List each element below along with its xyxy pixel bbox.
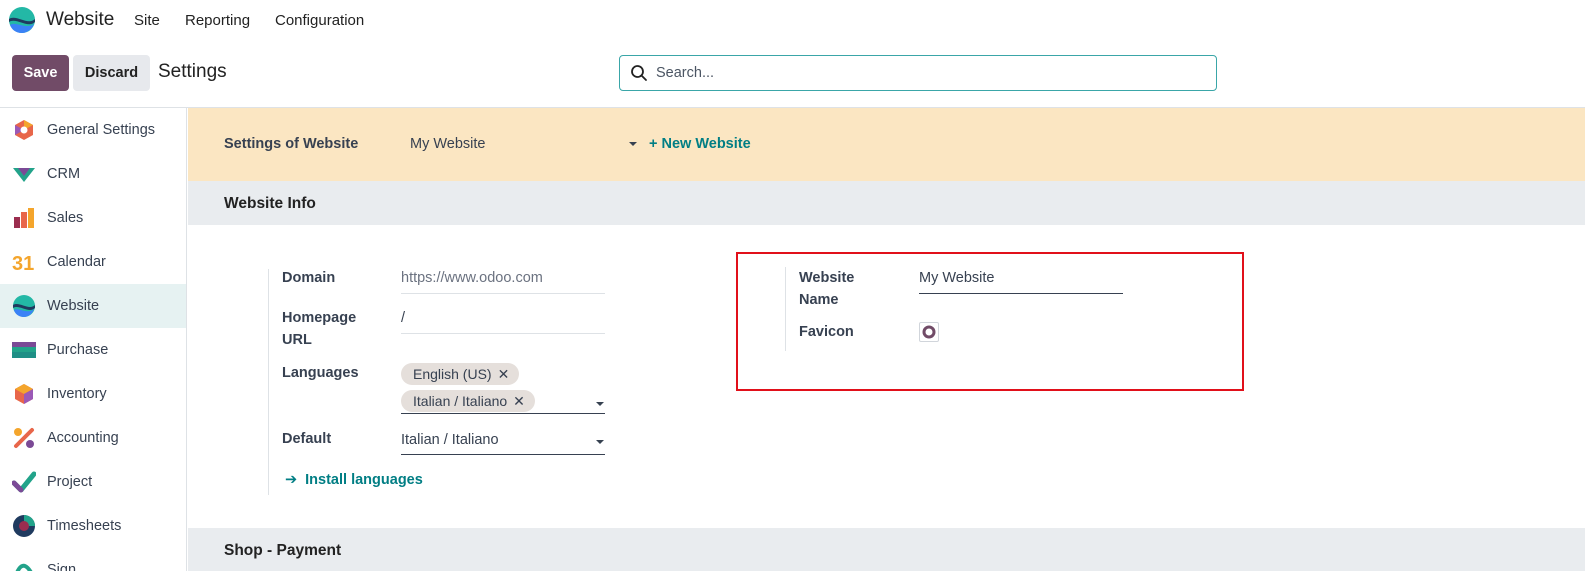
project-icon <box>12 471 36 493</box>
sign-icon <box>15 563 33 571</box>
languages-label: Languages <box>282 365 359 381</box>
new-website-link[interactable]: + New Website <box>649 136 751 152</box>
page-title: Settings <box>158 61 227 82</box>
default-language-underline <box>401 454 605 455</box>
default-language-label: Default <box>282 431 332 447</box>
chevron-down-icon[interactable] <box>596 440 604 444</box>
sidebar-item-label: Purchase <box>47 342 109 358</box>
website-name-underline <box>919 293 1123 294</box>
settings-of-website-label: Settings of Website <box>224 136 359 152</box>
menu-site[interactable]: Site <box>134 12 160 29</box>
search-icon <box>631 65 647 81</box>
website-app-icon[interactable] <box>8 6 36 34</box>
favicon-image[interactable] <box>919 322 939 342</box>
homepage-url-label: Homepage URL <box>282 310 357 348</box>
top-navbar: Website Site Reporting Configuration <box>0 0 1585 40</box>
search-box[interactable] <box>619 55 1217 91</box>
accounting-icon <box>14 428 34 448</box>
website-icon <box>13 295 35 317</box>
sidebar-item-crm[interactable]: CRM <box>0 152 186 196</box>
sidebar-item-calendar[interactable]: 31 Calendar <box>0 240 186 284</box>
language-tag-label: English (US) <box>413 366 492 382</box>
arrow-right-icon: ➔ <box>285 472 298 488</box>
menu-configuration[interactable]: Configuration <box>275 12 364 29</box>
domain-underline <box>401 293 605 294</box>
default-language-select[interactable]: Italian / Italiano <box>401 432 499 448</box>
domain-label: Domain <box>282 270 336 286</box>
sidebar-item-website[interactable]: Website <box>0 284 186 328</box>
sidebar-item-accounting[interactable]: Accounting <box>0 416 186 460</box>
section-title: Website Info <box>224 195 316 212</box>
purchase-icon <box>12 342 36 358</box>
website-name-label: Website Name <box>799 270 855 308</box>
sidebar-item-label: Sales <box>47 210 84 226</box>
settings-sidebar: General Settings CRM Sales 31 Calendar W… <box>0 108 187 571</box>
sidebar-item-label: Project <box>47 474 93 490</box>
sidebar-item-label: CRM <box>47 166 81 182</box>
chevron-down-icon[interactable] <box>596 402 604 406</box>
sidebar-item-inventory[interactable]: Inventory <box>0 372 186 416</box>
languages-underline <box>401 413 605 414</box>
menu-reporting[interactable]: Reporting <box>185 12 250 29</box>
sidebar-item-purchase[interactable]: Purchase <box>0 328 186 372</box>
language-tag: Italian / Italiano ✕ <box>401 390 535 412</box>
website-selector-bar: Settings of Website My Website + New Web… <box>188 108 1585 181</box>
section-header-shop-payment: Shop - Payment <box>188 528 1585 571</box>
general-settings-icon <box>15 120 33 140</box>
app-name[interactable]: Website <box>46 9 114 31</box>
sidebar-item-sales[interactable]: Sales <box>0 196 186 240</box>
homepage-url-underline <box>401 333 605 334</box>
close-icon[interactable]: ✕ <box>498 366 510 383</box>
homepage-url-input[interactable]: / <box>401 310 405 326</box>
sidebar-item-label: Inventory <box>47 386 107 402</box>
settings-main: Settings of Website My Website + New Web… <box>188 108 1585 571</box>
sidebar-item-project[interactable]: Project <box>0 460 186 504</box>
close-icon[interactable]: ✕ <box>513 393 525 410</box>
timesheets-icon <box>13 515 35 537</box>
language-tag-label: Italian / Italiano <box>413 393 508 409</box>
discard-button[interactable]: Discard <box>73 55 150 91</box>
favicon-icon <box>922 325 936 339</box>
install-languages-label: Install languages <box>305 472 423 488</box>
favicon-label: Favicon <box>799 324 854 340</box>
chevron-down-icon[interactable] <box>629 142 637 146</box>
save-button[interactable]: Save <box>12 55 69 91</box>
website-name-input[interactable]: My Website <box>919 270 994 286</box>
field-group-divider <box>785 267 786 351</box>
field-group-divider <box>268 269 269 495</box>
sidebar-item-general-settings[interactable]: General Settings <box>0 108 186 152</box>
sidebar-item-label: Calendar <box>47 254 106 270</box>
search-input[interactable] <box>656 62 1196 84</box>
language-tag: English (US) ✕ <box>401 363 520 385</box>
website-select[interactable]: My Website <box>410 136 485 152</box>
crm-icon <box>13 168 35 182</box>
sidebar-item-label: Sign <box>47 562 77 571</box>
sidebar-item-label: General Settings <box>47 122 156 138</box>
svg-text:31: 31 <box>12 253 34 274</box>
inventory-icon <box>15 384 33 404</box>
sidebar-item-timesheets[interactable]: Timesheets <box>0 504 186 548</box>
sidebar-item-label: Website <box>47 298 100 314</box>
section-title: Shop - Payment <box>224 542 342 559</box>
calendar-icon: 31 <box>12 253 34 274</box>
sidebar-item-label: Timesheets <box>47 518 122 534</box>
domain-input[interactable]: https://www.odoo.com <box>401 270 543 286</box>
sidebar-item-sign[interactable]: Sign <box>0 548 186 571</box>
sidebar-item-label: Accounting <box>47 430 119 446</box>
section-header-website-info: Website Info <box>188 181 1585 225</box>
install-languages-link[interactable]: ➔ Install languages <box>285 472 423 488</box>
sales-icon <box>14 208 34 228</box>
